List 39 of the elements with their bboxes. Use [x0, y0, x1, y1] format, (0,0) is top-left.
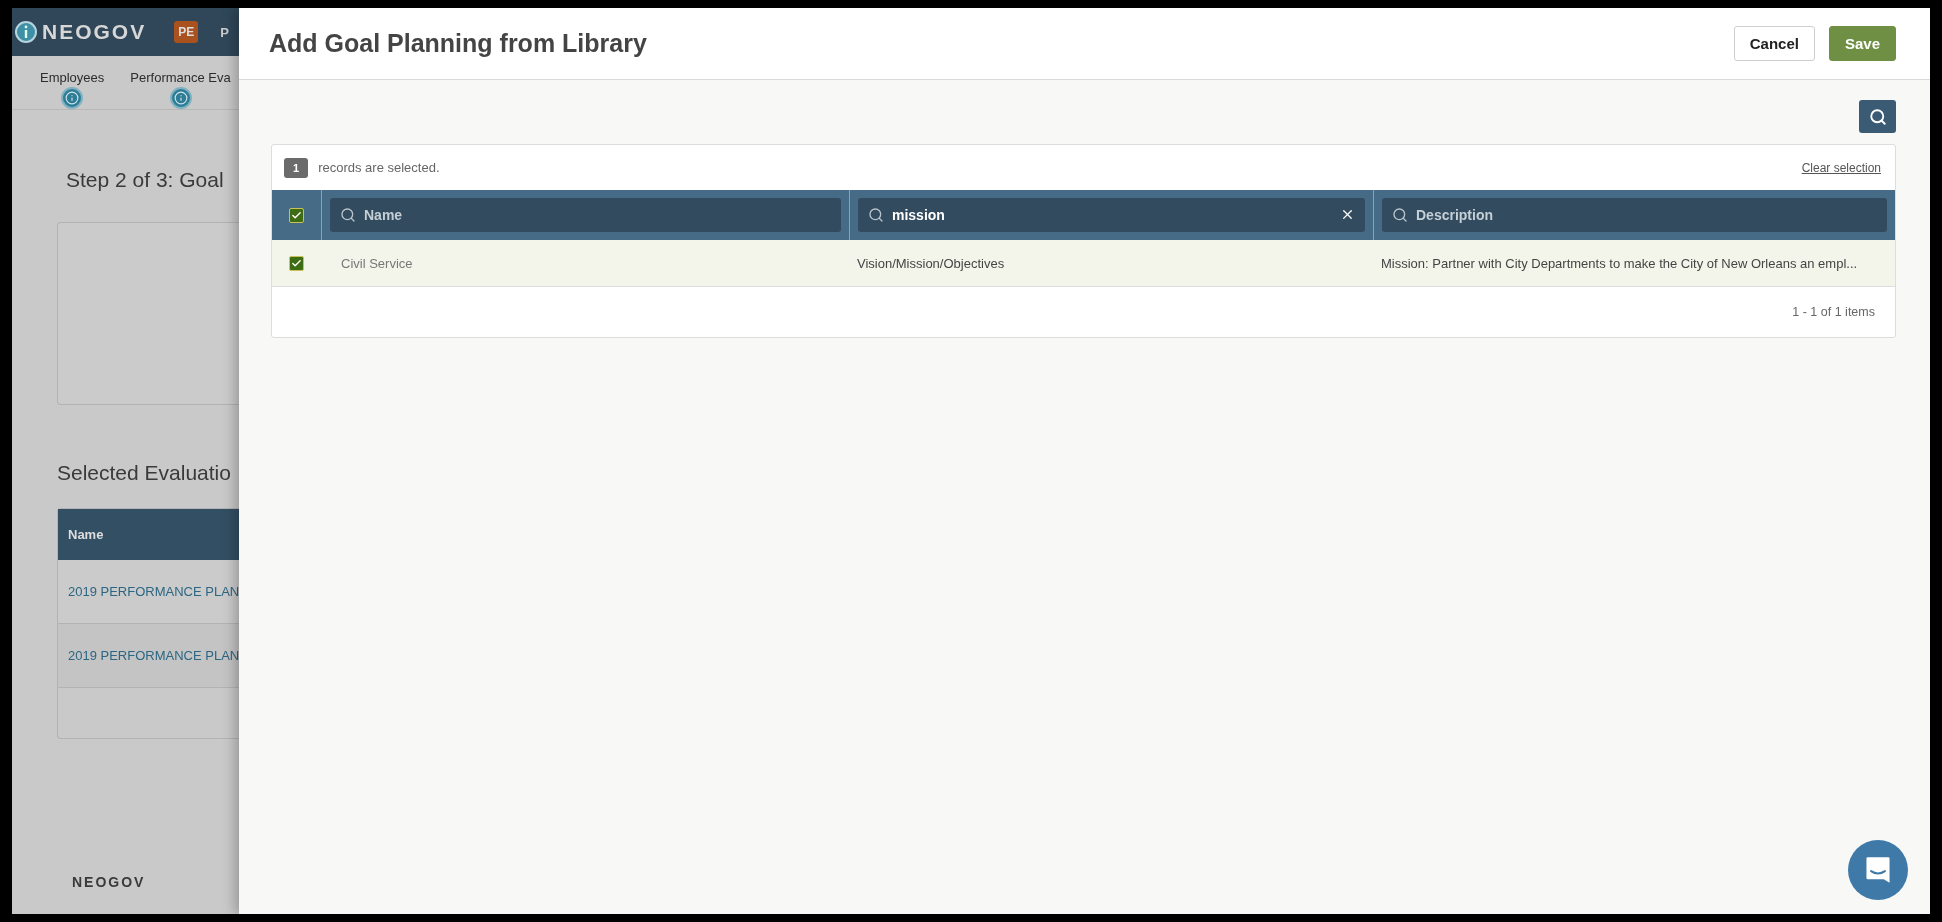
pager-text: 1 - 1 of 1 items [1792, 305, 1875, 319]
check-icon [291, 209, 302, 221]
step-label[interactable]: Performance Eva [130, 70, 231, 85]
search-icon [868, 207, 884, 223]
footer-logo: NEOGOV [72, 874, 146, 890]
chat-icon [1864, 855, 1892, 885]
logo-text: NEOGOV [42, 20, 147, 44]
nav-item[interactable]: P [220, 24, 229, 40]
cancel-button[interactable]: Cancel [1733, 26, 1815, 61]
modal-title: Add Goal Planning from Library [269, 29, 648, 58]
checkbox[interactable] [289, 207, 304, 223]
checkbox[interactable] [289, 255, 304, 271]
selection-count: 1 [284, 157, 309, 178]
search-icon [1392, 207, 1408, 223]
check-icon [291, 257, 302, 269]
save-button[interactable]: Save [1828, 26, 1896, 61]
table-row[interactable]: Civil Service Vision/Mission/Objectives Mission: Partner with City Departments to make the City of New Orleans an empl... [272, 240, 1895, 287]
info-icon [169, 87, 192, 109]
selection-message: records are selected. [318, 160, 441, 175]
table-cell: Vision/Mission/Objectives [857, 255, 1005, 271]
step-label[interactable]: Employees [40, 70, 105, 85]
search-button[interactable] [1859, 100, 1896, 133]
filter-field[interactable]: Name [330, 198, 841, 232]
section-title: Selected Evaluatio [57, 461, 232, 485]
filter-field[interactable]: mission [858, 198, 1365, 232]
info-icon [61, 87, 84, 109]
info-logo-icon [14, 20, 38, 44]
clear-selection-link[interactable]: Clear selection [1801, 160, 1881, 175]
product-badge: PE [174, 21, 199, 43]
filter-field[interactable]: Description [1382, 198, 1887, 232]
column-header: Name [58, 509, 239, 560]
search-icon [1868, 107, 1887, 126]
table-cell: Civil Service [341, 255, 413, 271]
search-icon [340, 207, 356, 223]
clear-icon[interactable] [1340, 207, 1355, 222]
chat-button[interactable] [1848, 840, 1908, 900]
step-title: Step 2 of 3: Goal [66, 168, 225, 192]
table-cell[interactable]: 2019 PERFORMANCE PLAN [58, 624, 239, 688]
table-cell: Mission: Partner with City Departments to make the City of New Orleans an empl... [1381, 255, 1858, 271]
